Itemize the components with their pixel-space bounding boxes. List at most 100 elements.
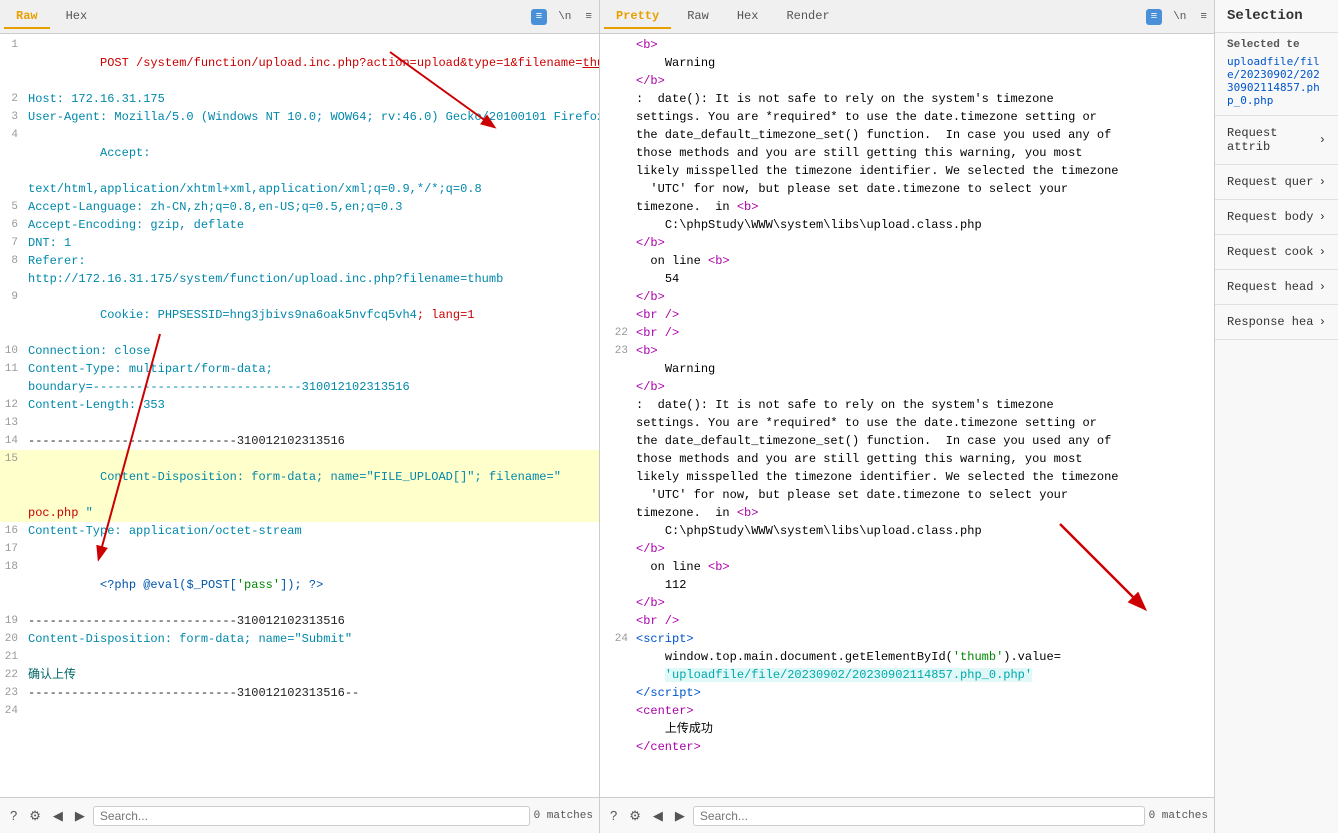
right-pane: Pretty Raw Hex Render ≡ \n ≡ <b> [600, 0, 1215, 833]
right-settings-button[interactable]: ⚙ [625, 806, 645, 826]
right-tab-icons: ≡ \n ≡ [1146, 9, 1210, 25]
right-code-line: timezone. in <b> [608, 198, 1206, 216]
code-line: 14 -----------------------------31001210… [0, 432, 599, 450]
selected-value: uploadfile/file/20230902/20230902114857.… [1215, 53, 1338, 115]
code-line: 24 [0, 702, 599, 720]
right-code-line: 54 [608, 270, 1206, 288]
code-line: 15 Content-Disposition: form-data; name=… [0, 450, 599, 504]
right-prev-button[interactable]: ◀ [649, 806, 667, 826]
code-line: http://172.16.31.175/system/function/upl… [0, 270, 599, 288]
request-header-section[interactable]: Request head › [1215, 270, 1338, 305]
code-line: 9 Cookie: PHPSESSID=hng3jbivs9na6oak5nvf… [0, 288, 599, 342]
right-code-line: likely misspelled the timezone identifie… [608, 162, 1206, 180]
right-code-line: 22 <br /> [608, 324, 1206, 342]
left-ln-icon[interactable]: \n [555, 9, 574, 25]
response-header-section[interactable]: Response hea › [1215, 305, 1338, 340]
request-body-section[interactable]: Request body › [1215, 200, 1338, 235]
right-code-line: 'UTC' for now, but please set date.timez… [608, 486, 1206, 504]
right-code-line: C:\phpStudy\WWW\system\libs\upload.class… [608, 522, 1206, 540]
code-line: poc.php " [0, 504, 599, 522]
right-code-line: C:\phpStudy\WWW\system\libs\upload.class… [608, 216, 1206, 234]
left-prev-button[interactable]: ◀ [49, 806, 67, 826]
request-header-title[interactable]: Request head › [1215, 270, 1338, 304]
right-code-line: on line <b> [608, 252, 1206, 270]
left-menu-icon[interactable]: ≡ [582, 9, 595, 25]
right-code-line: 'UTC' for now, but please set date.timez… [608, 180, 1206, 198]
right-code-area[interactable]: <b> Warning </b> : date(): It is not saf… [600, 34, 1214, 797]
request-query-title[interactable]: Request quer › [1215, 165, 1338, 199]
tab-render-right[interactable]: Render [774, 5, 841, 29]
code-line: 22 确认上传 [0, 666, 599, 684]
request-cookie-section[interactable]: Request cook › [1215, 235, 1338, 270]
request-query-section[interactable]: Request quer › [1215, 165, 1338, 200]
request-body-title[interactable]: Request body › [1215, 200, 1338, 234]
left-code-wrapper: 1 POST /system/function/upload.inc.php?a… [0, 34, 599, 797]
right-tab-bar: Pretty Raw Hex Render ≡ \n ≡ [600, 0, 1214, 34]
right-code-line: on line <b> [608, 558, 1206, 576]
left-search-input[interactable] [93, 806, 530, 826]
left-tab-icons: ≡ \n ≡ [531, 9, 595, 25]
right-code-line: </b> [608, 72, 1206, 90]
code-line: 6 Accept-Encoding: gzip, deflate [0, 216, 599, 234]
right-search-input[interactable] [693, 806, 1145, 826]
code-line: boundary=-----------------------------31… [0, 378, 599, 396]
right-code-line: <br /> [608, 306, 1206, 324]
code-line: 1 POST /system/function/upload.inc.php?a… [0, 36, 599, 90]
left-code-area[interactable]: 1 POST /system/function/upload.inc.php?a… [0, 34, 599, 797]
code-line: 16 Content-Type: application/octet-strea… [0, 522, 599, 540]
right-code-line: the date_default_timezone_set() function… [608, 126, 1206, 144]
code-line: 19 -----------------------------31001210… [0, 612, 599, 630]
right-code-line: the date_default_timezone_set() function… [608, 432, 1206, 450]
right-ln-icon[interactable]: \n [1170, 9, 1189, 25]
response-header-title[interactable]: Response hea › [1215, 305, 1338, 339]
request-cookie-title[interactable]: Request cook › [1215, 235, 1338, 269]
request-attrib-title[interactable]: Request attrib › [1215, 116, 1338, 164]
right-code-line: </b> [608, 288, 1206, 306]
left-next-button[interactable]: ▶ [71, 806, 89, 826]
right-code-line: </b> [608, 378, 1206, 396]
code-line: 13 [0, 414, 599, 432]
tab-raw-left[interactable]: Raw [4, 5, 50, 29]
right-matches-label: 0 matches [1149, 810, 1208, 822]
left-tab-bar: Raw Hex ≡ \n ≡ [0, 0, 599, 34]
right-next-button[interactable]: ▶ [671, 806, 689, 826]
left-settings-button[interactable]: ⚙ [25, 806, 45, 826]
right-code-line: Warning [608, 360, 1206, 378]
right-code-line: </b> [608, 594, 1206, 612]
tab-raw-right[interactable]: Raw [675, 5, 721, 29]
selected-section: Selected te uploadfile/file/20230902/202… [1215, 33, 1338, 116]
request-attrib-section[interactable]: Request attrib › [1215, 116, 1338, 165]
tab-hex-left[interactable]: Hex [54, 5, 100, 29]
right-code-line: settings. You are *required* to use the … [608, 414, 1206, 432]
right-code-line: </b> [608, 234, 1206, 252]
right-doc-icon[interactable]: ≡ [1146, 9, 1163, 25]
tab-hex-right[interactable]: Hex [725, 5, 771, 29]
left-matches-label: 0 matches [534, 810, 593, 822]
right-code-line: </center> [608, 738, 1206, 756]
code-line: 8 Referer: [0, 252, 599, 270]
right-code-line: 24 <script> [608, 630, 1206, 648]
right-code-line: 上传成功 [608, 720, 1206, 738]
side-panel: Selection Selected te uploadfile/file/20… [1215, 0, 1338, 833]
tab-pretty-right[interactable]: Pretty [604, 5, 671, 29]
right-code-line: those methods and you are still getting … [608, 144, 1206, 162]
right-code-line: : date(): It is not safe to rely on the … [608, 396, 1206, 414]
right-code-line: : date(): It is not safe to rely on the … [608, 90, 1206, 108]
left-pane: Raw Hex ≡ \n ≡ 1 [0, 0, 600, 833]
left-help-button[interactable]: ? [6, 806, 21, 825]
right-menu-icon[interactable]: ≡ [1197, 9, 1210, 25]
right-code-line: 'uploadfile/file/20230902/20230902114857… [608, 666, 1206, 684]
code-line: 2 Host: 172.16.31.175 [0, 90, 599, 108]
right-help-button[interactable]: ? [606, 806, 621, 825]
right-code-line: timezone. in <b> [608, 504, 1206, 522]
right-code-line: 112 [608, 576, 1206, 594]
right-code-line: Warning [608, 54, 1206, 72]
code-line: 5 Accept-Language: zh-CN,zh;q=0.8,en-US;… [0, 198, 599, 216]
code-line: 12 Content-Length: 353 [0, 396, 599, 414]
right-code-line: settings. You are *required* to use the … [608, 108, 1206, 126]
left-doc-icon[interactable]: ≡ [531, 9, 548, 25]
side-panel-header: Selection [1215, 0, 1338, 33]
right-code-line: window.top.main.document.getElementById(… [608, 648, 1206, 666]
code-line: text/html,application/xhtml+xml,applicat… [0, 180, 599, 198]
selected-label: Selected te [1215, 33, 1338, 53]
